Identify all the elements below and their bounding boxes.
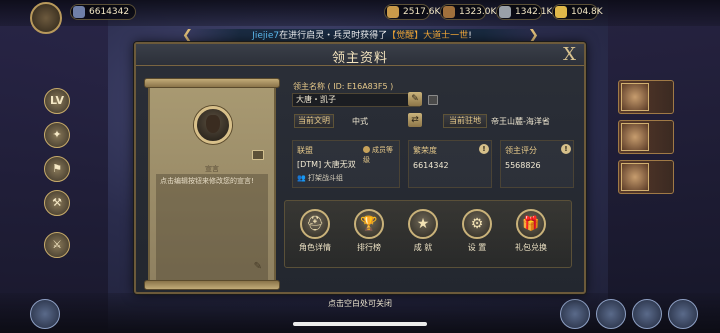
change-civilization-button[interactable]: ⇄	[408, 113, 422, 127]
star-medal-icon: ★	[408, 209, 438, 239]
banner-text-end: !	[468, 31, 472, 41]
action-label: 排行榜	[357, 243, 381, 252]
settings-button[interactable]: ⚙ 设 置	[455, 209, 499, 263]
banner-right-arrow-icon[interactable]: ❯	[528, 28, 539, 43]
declaration-scroll-card: 宣言 点击编辑按钮来修改您的宣言! ✎	[144, 78, 280, 290]
helmet-icon: ⛑	[300, 209, 330, 239]
power-icon	[73, 6, 85, 18]
alliance-label: 联盟	[297, 146, 313, 155]
panel-title: 领主资料	[331, 51, 388, 66]
alliance-value: [DTM] 大唐无双	[297, 160, 356, 169]
right-hero-card-3[interactable]	[618, 160, 674, 194]
side-button-4[interactable]: ⚒	[44, 190, 70, 216]
action-label: 成 就	[413, 243, 433, 252]
member-rank-link[interactable]: 成员等级	[363, 145, 399, 165]
power-resource: 6614342	[70, 4, 136, 20]
right-hero-card-2[interactable]	[618, 120, 674, 154]
side-button-2[interactable]: ✦	[44, 122, 70, 148]
copy-id-icon[interactable]	[428, 95, 438, 105]
resource-food: 2517.6K	[384, 4, 440, 20]
side-button-5[interactable]: ⚔	[44, 232, 70, 258]
stone-icon	[499, 6, 511, 18]
gold-value: 104.8K	[571, 7, 603, 17]
civilization-label: 当前文明	[294, 114, 334, 128]
food-value: 2517.6K	[403, 7, 441, 17]
power-value: 6614342	[89, 7, 130, 17]
prosperity-box: 繁荣度 ! 6614342	[408, 140, 492, 188]
system-notice-banner: Jiejie7在进行启灵・兵灵时获得了【觉醒】大道士一世!	[188, 29, 536, 43]
station-value: 帝王山麓-海洋省	[491, 117, 550, 126]
action-button-row: ⛑ 角色详情 🏆 排行榜 ★ 成 就 ⚙ 设 置 🎁 礼包兑换	[284, 200, 572, 268]
banner-item-name: 【觉醒】大道士一世	[387, 31, 469, 41]
hero-portrait	[621, 163, 649, 191]
gold-icon	[555, 6, 567, 18]
home-indicator[interactable]	[293, 322, 427, 326]
side-button-3[interactable]: ⚑	[44, 156, 70, 182]
avatar-change-icon[interactable]	[252, 150, 264, 160]
gift-icon: 🎁	[516, 209, 546, 239]
score-info-icon[interactable]: !	[561, 144, 571, 154]
lord-score-label: 领主评分	[505, 146, 537, 155]
action-label: 设 置	[467, 243, 487, 252]
wood-icon	[443, 6, 455, 18]
lord-avatar[interactable]	[194, 106, 232, 144]
edit-declaration-icon[interactable]: ✎	[254, 261, 262, 272]
right-hero-card-1[interactable]	[618, 80, 674, 114]
stone-value: 1342.1K	[515, 7, 553, 17]
team-icon: 👥	[297, 174, 306, 182]
rank-icon	[363, 146, 370, 153]
panel-header: 领主资料 X	[136, 44, 584, 66]
lord-name-field: 大唐・凯子	[292, 93, 420, 107]
action-label: 角色详情	[299, 243, 331, 252]
scroll-top-rod	[144, 78, 280, 88]
lord-score-value: 5568826	[505, 161, 541, 170]
prosperity-info-icon[interactable]: !	[479, 144, 489, 154]
hero-portrait	[621, 83, 649, 111]
level-button[interactable]: LV	[44, 88, 70, 114]
banner-text: 在进行启灵・兵灵时获得了	[279, 31, 388, 41]
alliance-box[interactable]: 联盟 成员等级 [DTM] 大唐无双 👥 打架战斗组	[292, 140, 400, 188]
achievements-button[interactable]: ★ 成 就	[401, 209, 445, 263]
trophy-icon: 🏆	[354, 209, 384, 239]
resource-gold: 104.8K	[552, 4, 603, 20]
station-label: 当前驻地	[443, 114, 487, 128]
team-label: 👥 打架战斗组	[297, 173, 343, 183]
gift-redeem-button[interactable]: 🎁 礼包兑换	[509, 209, 553, 263]
leaderboard-button[interactable]: 🏆 排行榜	[347, 209, 391, 263]
scroll-bottom-rod	[144, 280, 280, 290]
civilization-value: 中式	[352, 117, 368, 126]
action-label: 礼包兑换	[515, 243, 547, 252]
top-resource-bar: 6614342 2517.6K 1323.0K 1342.1K 104.8K	[0, 0, 720, 34]
lord-name-label: 领主名称 ( ID: E16A83F5 )	[293, 82, 394, 91]
close-hint: 点击空白处可关闭	[328, 299, 392, 308]
gear-icon: ⚙	[462, 209, 492, 239]
wood-value: 1323.0K	[459, 7, 497, 17]
lord-profile-panel: 领主资料 X 宣言 点击编辑按钮来修改您的宣言! ✎ 领主名称 ( ID: E1…	[134, 42, 586, 294]
avatar-face	[206, 115, 220, 133]
resource-stone: 1342.1K	[496, 4, 552, 20]
declaration-label: 宣言	[205, 165, 219, 173]
player-avatar[interactable]	[30, 2, 62, 34]
close-button[interactable]: X	[563, 44, 576, 65]
hero-portrait	[621, 123, 649, 151]
declaration-area	[156, 174, 268, 280]
lord-score-box: 领主评分 ! 5568826	[500, 140, 574, 188]
team-text: 打架战斗组	[307, 174, 343, 182]
banner-player-name: Jiejie7	[252, 31, 280, 41]
prosperity-value: 6614342	[413, 161, 449, 170]
prosperity-label: 繁荣度	[413, 146, 437, 155]
edit-name-button[interactable]: ✎	[408, 92, 422, 106]
character-details-button[interactable]: ⛑ 角色详情	[293, 209, 337, 263]
declaration-text: 点击编辑按钮来修改您的宣言!	[160, 177, 254, 185]
food-icon	[387, 6, 399, 18]
resource-wood: 1323.0K	[440, 4, 496, 20]
